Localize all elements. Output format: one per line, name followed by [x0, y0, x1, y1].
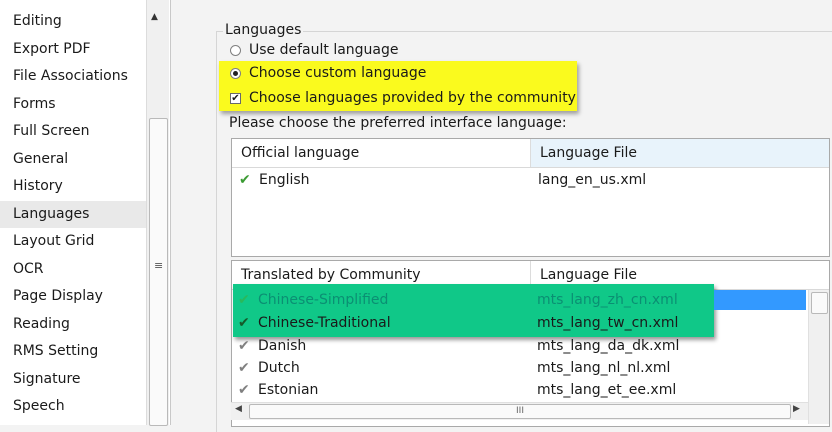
language-name: Danish: [258, 338, 307, 354]
list-item[interactable]: ✔ Chinese-Simplified mts_lang_zh_cn.xml: [231, 289, 711, 311]
language-file: mts_lang_zh_cn.xml: [537, 292, 678, 308]
community-vertical-scrollbar[interactable]: [808, 290, 829, 424]
sidebar-item-page-display[interactable]: Page Display: [0, 283, 146, 311]
check-icon: ✔: [238, 382, 250, 398]
community-horizontal-scrollbar[interactable]: ◀ III ▶: [231, 402, 808, 420]
list-item[interactable]: ✔ Estonian mts_lang_et_ee.xml: [231, 379, 801, 401]
list-item[interactable]: ✔ English lang_en_us.xml: [232, 169, 829, 191]
sidebar-scrollbar[interactable]: ▲ ≡: [146, 0, 169, 426]
settings-sidebar: Editing Export PDF File Associations For…: [0, 0, 171, 426]
horizontal-scroll-thumb[interactable]: III: [249, 404, 791, 419]
selected-row-bar: [714, 290, 806, 310]
vertical-scroll-thumb[interactable]: [811, 292, 828, 314]
sidebar-item-export-pdf[interactable]: Export PDF: [0, 36, 146, 64]
check-icon: ✔: [238, 360, 250, 376]
list-item[interactable]: ✔ Danish mts_lang_da_dk.xml: [231, 335, 801, 357]
radio-default-language[interactable]: [230, 45, 241, 56]
sidebar-item-rms-setting[interactable]: RMS Setting: [0, 338, 146, 366]
official-list-header: Official language Language File: [232, 139, 829, 168]
grip-icon: III: [516, 406, 524, 416]
checkbox-community-languages[interactable]: ✔: [230, 93, 241, 104]
sidebar-item-signature[interactable]: Signature: [0, 366, 146, 394]
checkbox-community-label: Choose languages provided by the communi…: [249, 90, 576, 106]
language-file: mts_lang_da_dk.xml: [537, 338, 680, 354]
radio-default-label: Use default language: [249, 42, 399, 58]
sidebar-item-forms[interactable]: Forms: [0, 91, 146, 119]
checkmark-icon: ✔: [231, 93, 240, 104]
language-file: lang_en_us.xml: [538, 172, 647, 188]
sidebar-item-editing[interactable]: Editing: [0, 8, 146, 36]
language-name: Chinese-Simplified: [258, 292, 389, 308]
language-file: mts_lang_nl_nl.xml: [537, 360, 671, 376]
sidebar-item-file-associations[interactable]: File Associations: [0, 63, 146, 91]
sidebar-item-history[interactable]: History: [0, 173, 146, 201]
sidebar-item-ocr[interactable]: OCR: [0, 256, 146, 284]
sidebar-item-reading[interactable]: Reading: [0, 311, 146, 339]
scroll-right-arrow-icon[interactable]: ▶: [793, 404, 800, 414]
language-name: Dutch: [258, 360, 300, 376]
group-title: Languages: [223, 22, 304, 38]
column-official-language[interactable]: Official language: [232, 139, 530, 167]
radio-custom-label: Choose custom language: [249, 65, 427, 81]
sidebar-list: Editing Export PDF File Associations For…: [0, 8, 146, 421]
radio-custom-language[interactable]: [230, 68, 241, 79]
column-language-file[interactable]: Language File: [530, 139, 829, 167]
sidebar-scroll-thumb[interactable]: ≡: [149, 118, 168, 426]
language-prompt: Please choose the preferred interface la…: [229, 115, 567, 131]
official-language-list[interactable]: Official language Language File ✔ Englis…: [231, 138, 830, 257]
language-file: mts_lang_tw_cn.xml: [537, 315, 679, 331]
check-icon: ✔: [238, 315, 250, 331]
list-item[interactable]: ✔ Chinese-Traditional mts_lang_tw_cn.xml: [231, 312, 711, 334]
language-name: English: [259, 172, 310, 188]
sidebar-item-general[interactable]: General: [0, 146, 146, 174]
sidebar-item-full-screen[interactable]: Full Screen: [0, 118, 146, 146]
check-icon: ✔: [238, 292, 250, 308]
sidebar-item-layout-grid[interactable]: Layout Grid: [0, 228, 146, 256]
check-icon: ✔: [238, 338, 250, 354]
scroll-left-arrow-icon[interactable]: ◀: [235, 404, 242, 414]
language-name: Estonian: [258, 382, 319, 398]
list-item[interactable]: ✔ Dutch mts_lang_nl_nl.xml: [231, 357, 801, 379]
check-icon: ✔: [239, 172, 251, 188]
sidebar-item-languages[interactable]: Languages: [0, 200, 146, 228]
sidebar-item-speech[interactable]: Speech: [0, 393, 146, 421]
scroll-up-arrow-icon[interactable]: ▲: [151, 12, 158, 22]
language-name: Chinese-Traditional: [258, 315, 391, 331]
language-file: mts_lang_et_ee.xml: [537, 382, 677, 398]
grip-icon: ≡: [154, 259, 164, 272]
